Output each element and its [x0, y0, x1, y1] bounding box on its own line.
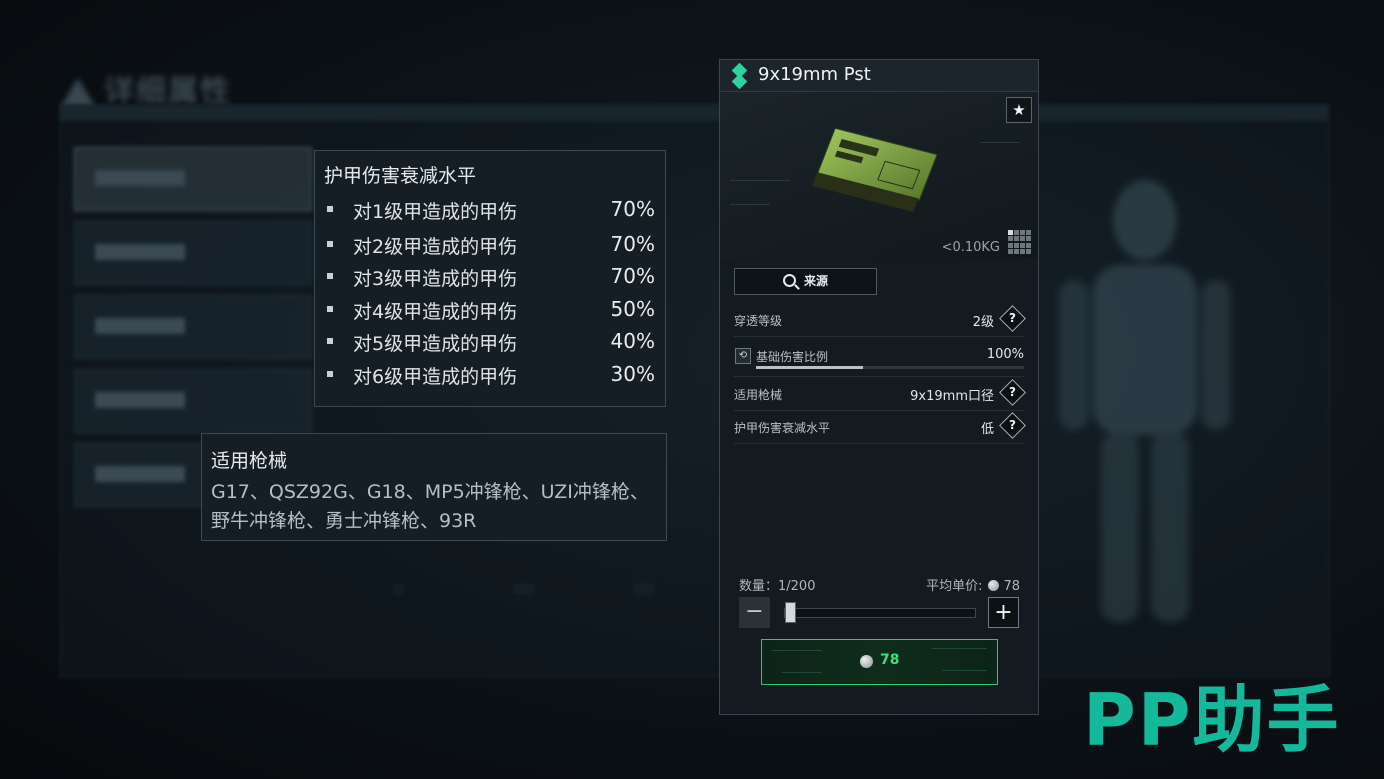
base-damage-bar [756, 366, 1024, 369]
armor-level-label: 对1级甲造成的甲伤 [353, 201, 518, 223]
bullet-icon [327, 371, 333, 377]
armor-level-label: 对5级甲造成的甲伤 [353, 333, 518, 355]
help-button[interactable]: ? [999, 305, 1026, 332]
background-glyph: ▫▫ [633, 578, 655, 597]
penetration-row: 穿透等级 2级 ? [734, 304, 1026, 337]
decorative-line [730, 180, 790, 181]
armor-level-value: 70% [610, 232, 655, 256]
coin-icon [988, 579, 1000, 591]
warning-icon [60, 77, 96, 108]
plus-icon: + [994, 600, 1013, 625]
background-glyph: ▫▫ [513, 578, 535, 597]
armor-level-label: 对6级甲造成的甲伤 [353, 366, 518, 388]
question-icon: ? [1009, 418, 1016, 432]
base-damage-value: 100% [986, 347, 1024, 362]
quantity-label: 数量：1/200 [739, 579, 816, 594]
base-damage-row: ⟲ 基础伤害比例 100% [734, 340, 1024, 377]
base-damage-label: 基础伤害比例 [756, 350, 829, 364]
penetration-value: 2级 [972, 315, 994, 330]
base-damage-bar-fill [756, 366, 864, 369]
item-weight: <0.10KG [941, 240, 1000, 255]
compatible-weapons-row: 适用枪械 9x19mm口径 ? [734, 378, 1026, 411]
compatible-weapons-list: G17、QSZ92G、G18、MP5冲锋枪、UZI冲锋枪、野牛冲锋枪、勇士冲锋枪… [211, 481, 649, 532]
armor-level-row: 对6级甲造成的甲伤 30% [327, 360, 655, 390]
compatible-weapons-label: 适用枪械 [734, 388, 783, 402]
background-menu-item[interactable] [74, 147, 312, 211]
tooltip-title: 适用枪械 [211, 450, 288, 472]
star-icon: ★ [1012, 101, 1026, 119]
ammo-box-image [812, 127, 938, 213]
buy-price: 78 [880, 652, 900, 668]
search-icon [782, 273, 796, 287]
decorative-line [730, 204, 770, 205]
minus-icon: − [745, 599, 764, 624]
quantity-slider-handle[interactable] [784, 602, 796, 623]
item-size-grid-icon [1008, 230, 1032, 254]
armor-level-label: 对2级甲造成的甲伤 [353, 236, 518, 258]
armor-damage-value: 低 [980, 422, 994, 437]
decorative-line [772, 650, 822, 651]
decrease-quantity-button[interactable]: − [739, 597, 770, 628]
armor-level-label: 对3级甲造成的甲伤 [353, 268, 518, 290]
bullet-icon [327, 338, 333, 344]
armor-level-value: 70% [610, 264, 655, 288]
watermark-logo: PP助手 [1083, 678, 1341, 762]
help-button[interactable]: ? [999, 412, 1026, 439]
tooltip-title: 护甲伤害衰减水平 [324, 165, 477, 187]
bullet-icon [327, 241, 333, 247]
armor-level-value: 50% [610, 297, 655, 321]
bullet-icon [327, 306, 333, 312]
background-menu-item[interactable] [74, 369, 312, 433]
armor-level-row: 对5级甲造成的甲伤 40% [327, 327, 655, 357]
increase-quantity-button[interactable]: + [988, 597, 1019, 628]
armor-level-value: 70% [610, 197, 655, 221]
armor-level-value: 40% [610, 329, 655, 353]
average-price-label: 平均单价: [926, 579, 983, 594]
background-menu-item[interactable] [74, 221, 312, 285]
question-icon: ? [1009, 311, 1016, 325]
armor-damage-row: 护甲伤害衰减水平 低 ? [734, 411, 1026, 444]
help-button[interactable]: ? [999, 379, 1026, 406]
damage-icon: ⟲ [735, 348, 751, 364]
decorative-line [980, 142, 1020, 143]
compatible-weapons-tooltip: 适用枪械 G17、QSZ92G、G18、MP5冲锋枪、UZI冲锋枪、野牛冲锋枪、… [201, 433, 667, 541]
buy-button[interactable]: 78 [761, 639, 998, 685]
item-detail-panel: 9x19mm Pst <0.10KG ★ 来源 穿透等级 2级 ? ⟲ 基础伤害… [719, 59, 1039, 715]
background-page-title: 详细属性 [60, 66, 232, 110]
item-name: 9x19mm Pst [758, 64, 871, 85]
average-price-value: 78 [1003, 579, 1020, 594]
penetration-label: 穿透等级 [734, 314, 783, 328]
armor-level-value: 30% [610, 362, 655, 386]
armor-level-row: 对3级甲造成的甲伤 70% [327, 262, 655, 292]
background-glyph: ▫ [393, 578, 404, 597]
armor-level-row: 对2级甲造成的甲伤 70% [327, 230, 655, 260]
decorative-line [782, 672, 822, 673]
armor-level-row: 对1级甲造成的甲伤 70% [327, 195, 655, 225]
armor-damage-label: 护甲伤害衰减水平 [734, 421, 831, 435]
quantity-slider[interactable] [784, 608, 976, 618]
average-price: 平均单价: 78 [926, 575, 1020, 594]
armor-level-row: 对4级甲造成的甲伤 50% [327, 295, 655, 325]
bullet-icon [327, 273, 333, 279]
background-panel-header [60, 105, 1328, 121]
decorative-line [932, 648, 987, 649]
character-silhouette [1059, 180, 1231, 622]
favorite-button[interactable]: ★ [1006, 97, 1032, 123]
compatible-weapons-value: 9x19mm口径 [910, 389, 994, 404]
background-menu-item[interactable] [74, 295, 312, 359]
source-button[interactable]: 来源 [734, 268, 877, 295]
coin-icon [860, 655, 873, 668]
armor-damage-tooltip: 护甲伤害衰减水平 对1级甲造成的甲伤 70% 对2级甲造成的甲伤 70% 对3级… [314, 150, 666, 407]
question-icon: ? [1009, 385, 1016, 399]
item-image-area: <0.10KG [720, 92, 1038, 258]
item-header: 9x19mm Pst [720, 60, 1038, 92]
armor-level-label: 对4级甲造成的甲伤 [353, 301, 518, 323]
decorative-line [942, 670, 987, 671]
bullet-icon [327, 206, 333, 212]
